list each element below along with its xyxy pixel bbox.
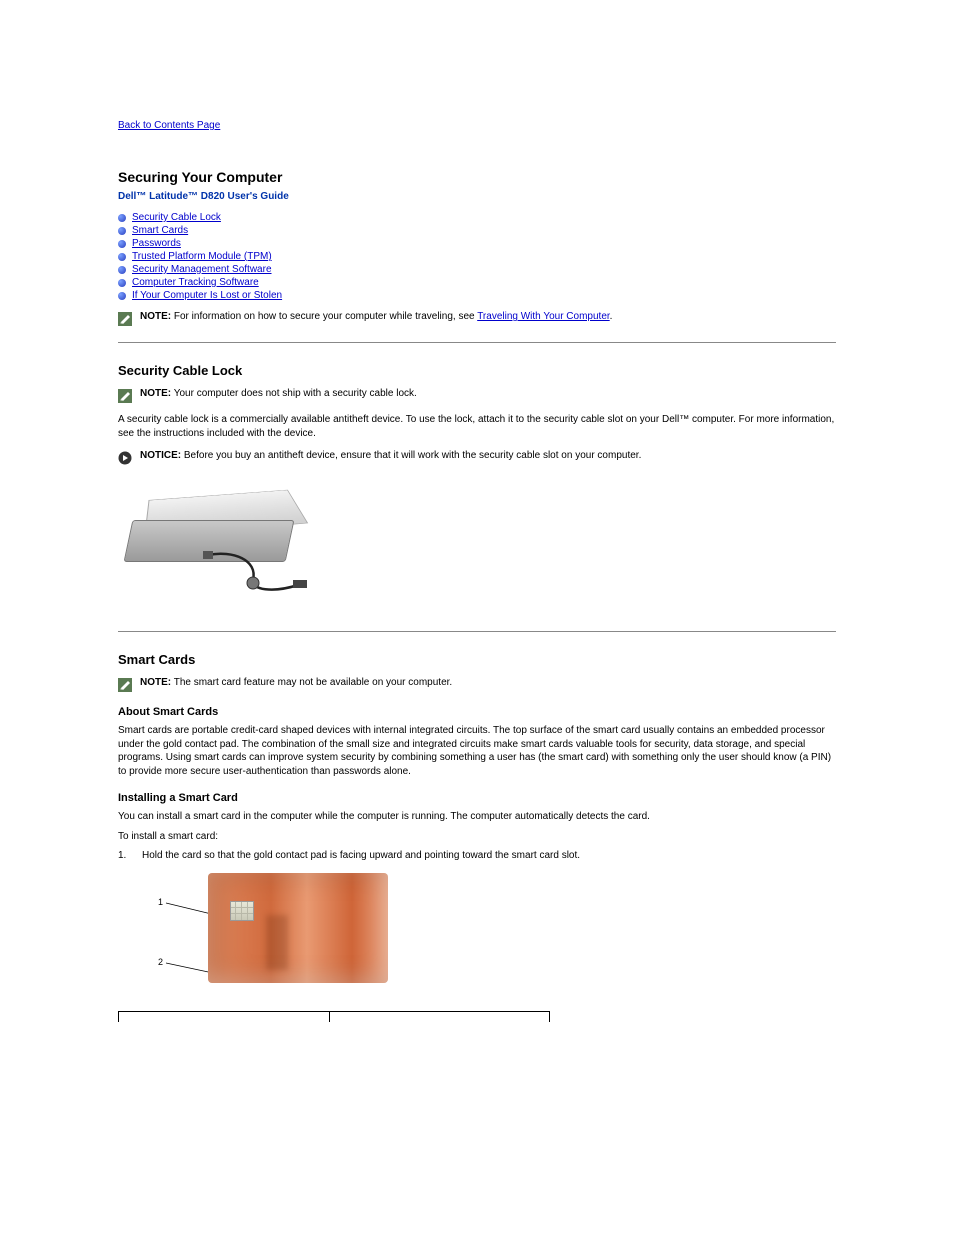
note-icon [118,678,132,692]
bullet-icon [118,240,126,248]
toc-item: Trusted Platform Module (TPM) [118,251,836,262]
note-body-a: For information on how to secure your co… [171,311,477,322]
callout-2: 2 [158,957,163,967]
laptop-lock-illustration [118,475,308,615]
notice-prefix: NOTICE: [140,450,181,461]
divider [118,631,836,632]
bullet-icon [118,253,126,261]
toc-link-tpm[interactable]: Trusted Platform Module (TPM) [132,251,272,262]
toc-item: Security Cable Lock [118,212,836,223]
toc-link-lost-stolen[interactable]: If Your Computer Is Lost or Stolen [132,290,282,301]
bullet-icon [118,279,126,287]
step-text: Hold the card so that the gold contact p… [142,850,580,861]
notice-icon [118,451,132,465]
chip-icon [230,901,254,921]
note-body: The smart card feature may not be availa… [171,677,452,688]
notice-text: NOTICE: Before you buy an antitheft devi… [140,450,641,461]
toc-item: Security Management Software [118,264,836,275]
toc-list: Security Cable Lock Smart Cards Password… [118,212,836,301]
toc-item: Passwords [118,238,836,249]
note-link-traveling[interactable]: Traveling With Your Computer [477,311,609,322]
toc-link-security-mgmt[interactable]: Security Management Software [132,264,272,275]
section-title-smart: Smart Cards [118,652,836,667]
bullet-icon [118,292,126,300]
guide-subtitle: Dell™ Latitude™ D820 User's Guide [118,191,836,202]
note-icon [118,312,132,326]
install-p1: You can install a smart card in the comp… [118,810,836,824]
toc-link-passwords[interactable]: Passwords [132,238,181,249]
note-text: NOTE: For information on how to secure y… [140,311,612,322]
note-travel: NOTE: For information on how to secure y… [118,311,836,326]
toc-link-smart-cards[interactable]: Smart Cards [132,225,188,236]
toc-link-tracking[interactable]: Computer Tracking Software [132,277,259,288]
back-to-contents-link[interactable]: Back to Contents Page [118,120,220,131]
note-body: Your computer does not ship with a secur… [171,388,417,399]
note-prefix: NOTE: [140,311,171,322]
bullet-icon [118,214,126,222]
note-smart: NOTE: The smart card feature may not be … [118,677,836,692]
install-step1: 1.Hold the card so that the gold contact… [118,849,836,863]
smartcard-graphic [208,873,388,983]
smartcard-illustration: 1 2 [158,873,398,993]
about-smart-body: Smart cards are portable credit-card sha… [118,724,836,778]
about-smart-title: About Smart Cards [118,706,836,718]
notice-lock: NOTICE: Before you buy an antitheft devi… [118,450,836,465]
step-number: 1. [118,849,142,863]
note-text: NOTE: The smart card feature may not be … [140,677,452,688]
install-p2: To install a smart card: [118,830,836,844]
legend-table-top [118,1011,550,1022]
note-body-b: . [610,311,613,322]
install-smart-title: Installing a Smart Card [118,792,836,804]
page-title: Securing Your Computer [118,169,836,185]
note-lock: NOTE: Your computer does not ship with a… [118,388,836,403]
toc-link-security-cable-lock[interactable]: Security Cable Lock [132,212,221,223]
note-prefix: NOTE: [140,677,171,688]
note-prefix: NOTE: [140,388,171,399]
callout-1: 1 [158,897,163,907]
section-title-lock: Security Cable Lock [118,363,836,378]
toc-item: Smart Cards [118,225,836,236]
divider [118,342,836,343]
lock-body: A security cable lock is a commercially … [118,413,836,440]
bullet-icon [118,266,126,274]
bullet-icon [118,227,126,235]
note-icon [118,389,132,403]
notice-body: Before you buy an antitheft device, ensu… [181,450,641,461]
toc-item: If Your Computer Is Lost or Stolen [118,290,836,301]
toc-item: Computer Tracking Software [118,277,836,288]
note-text: NOTE: Your computer does not ship with a… [140,388,417,399]
